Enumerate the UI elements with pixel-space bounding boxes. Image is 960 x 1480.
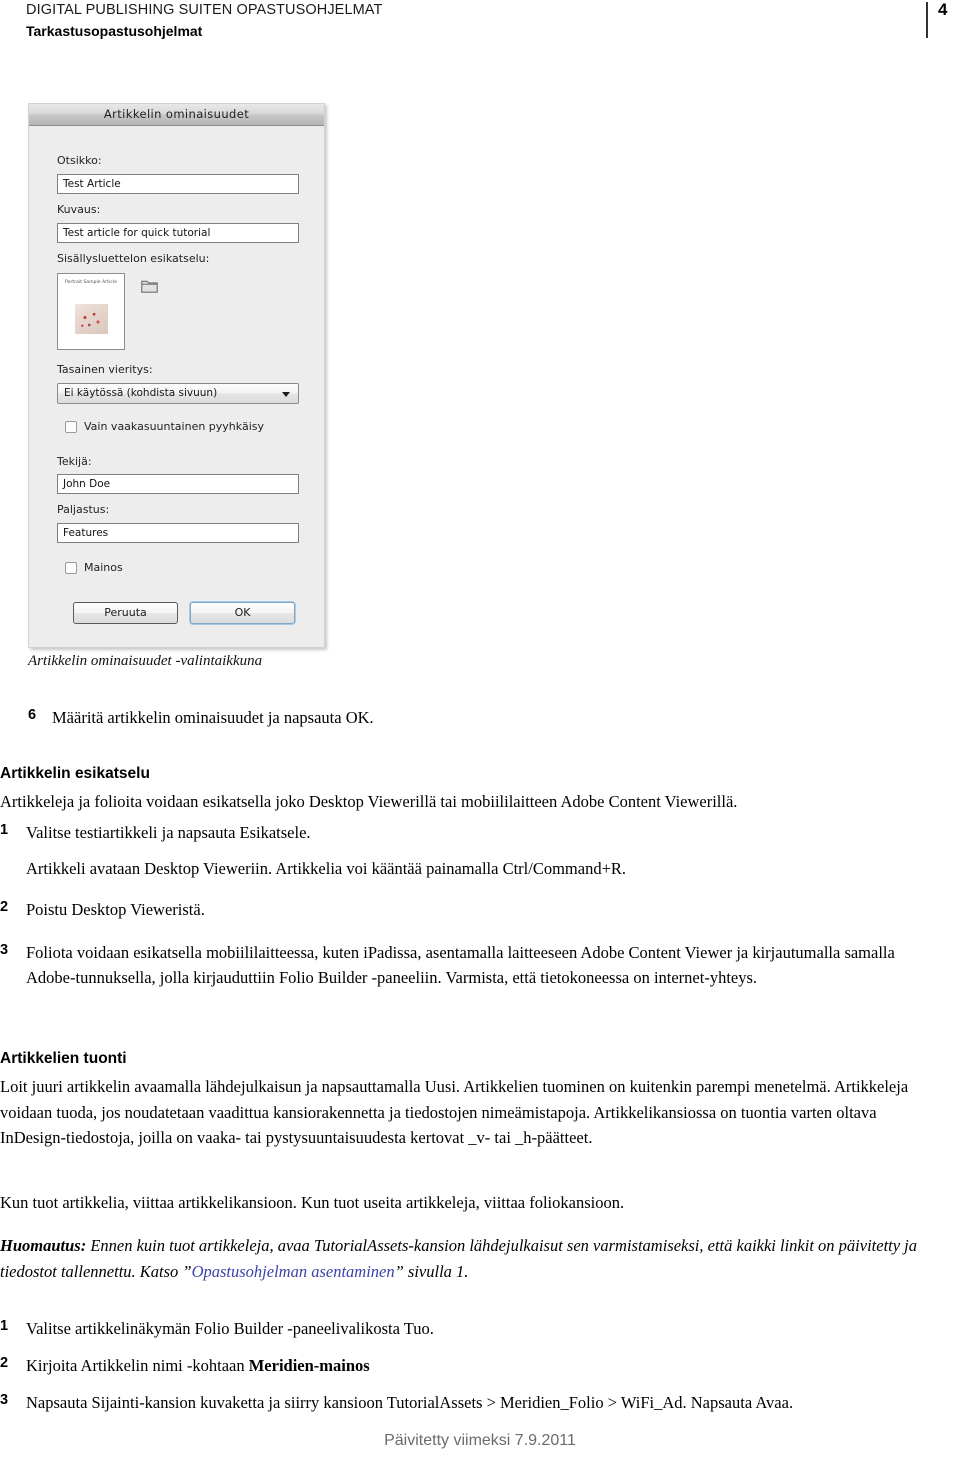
page-number: 4 (938, 0, 948, 19)
toc-preview-thumb-image (75, 304, 108, 334)
description-input[interactable]: Test article for quick tutorial (57, 223, 299, 243)
kicker-input[interactable]: Features (57, 523, 299, 543)
cancel-button[interactable]: Peruuta (73, 602, 178, 624)
ad-checkbox[interactable] (65, 562, 77, 574)
preview-step-1-number: 1 (0, 822, 9, 838)
dialog-title: Artikkelin ominaisuudet (103, 107, 250, 121)
note-text-part-2: ” sivulla 1. (394, 1261, 469, 1281)
import-step-2-text: Kirjoita Artikkelin nimi -kohtaan Meridi… (26, 1353, 926, 1378)
preview-step-3-text: Foliota voidaan esikatsella mobiililaitt… (26, 943, 895, 987)
smooth-scroll-label: Tasainen vieritys: (57, 363, 153, 376)
folder-icon[interactable] (141, 279, 158, 293)
ad-checkbox-label: Mainos (84, 561, 123, 574)
toc-preview-thumbnail[interactable]: Portrait Sample Article (57, 273, 125, 350)
import-step-2-article-name: Meridien-mainos (248, 1356, 370, 1375)
kicker-field-label: Paljastus: (57, 503, 110, 516)
toc-preview-label: Sisällysluettelon esikatselu: (57, 252, 210, 265)
header-title-primary: DIGITAL PUBLISHING SUITEN OPASTUSOHJELMA… (26, 2, 383, 18)
import-paragraph-1: Loit juuri artikkelin avaamalla lähdejul… (0, 1077, 909, 1147)
step-6-text: Määritä artikkelin ominaisuudet ja napsa… (52, 708, 374, 727)
header-title-secondary: Tarkastusopastusohjelmat (26, 23, 203, 39)
title-input[interactable]: Test Article (57, 174, 299, 194)
horizontal-swipe-checkbox-label: Vain vaakasuuntainen pyyhkäisy (84, 420, 264, 433)
dialog-body: Otsikko: Test Article Kuvaus: Test artic… (29, 127, 324, 647)
figure-article-properties-dialog: Artikkelin ominaisuudet Otsikko: Test Ar… (28, 103, 325, 648)
import-step-3-text: Napsauta Sijainti-kansion kuvaketta ja s… (26, 1393, 794, 1412)
page-header: DIGITAL PUBLISHING SUITEN OPASTUSOHJELMA… (0, 0, 960, 58)
dialog-titlebar: Artikkelin ominaisuudet (29, 104, 324, 126)
horizontal-swipe-checkbox[interactable] (65, 421, 77, 433)
preview-step-2-text: Poistu Desktop Vieweristä. (26, 900, 205, 919)
toc-preview-thumb-caption: Portrait Sample Article (65, 280, 117, 285)
smooth-scroll-select[interactable]: Ei käytössä (kohdista sivuun) (57, 383, 299, 404)
step-6-number: 6 (28, 707, 37, 723)
preview-step-2-number: 2 (0, 899, 9, 915)
preview-step-3-number: 3 (0, 942, 9, 958)
import-step-2-text-lead: Kirjoita Artikkelin nimi -kohtaan (26, 1356, 249, 1375)
title-field-label: Otsikko: (57, 154, 102, 167)
author-input[interactable]: John Doe (57, 474, 299, 494)
ok-button[interactable]: OK (190, 602, 295, 624)
article-properties-dialog: Artikkelin ominaisuudet Otsikko: Test Ar… (28, 103, 325, 648)
import-step-1-text: Valitse artikkelinäkymän Folio Builder -… (26, 1319, 434, 1338)
preview-step-1-text: Valitse testiartikkeli ja napsauta Esika… (26, 823, 311, 842)
author-field-label: Tekijä: (57, 455, 92, 468)
article-preview-intro: Artikkeleja ja folioita voidaan esikatse… (0, 792, 738, 811)
import-step-3-number: 3 (0, 1392, 9, 1408)
note-block: Huomautus: Ennen kuin tuot artikkeleja, … (0, 1233, 940, 1284)
note-label: Huomautus: (0, 1236, 87, 1255)
import-paragraph-2: Kun tuot artikkelia, viittaa artikkelika… (0, 1193, 625, 1212)
import-step-2-number: 2 (0, 1355, 9, 1371)
chevron-down-icon (282, 392, 290, 397)
note-cross-reference-link[interactable]: Opastusohjelman asentaminen (192, 1262, 395, 1281)
preview-step-1-subtext: Artikkeli avataan Desktop Vieweriin. Art… (26, 859, 627, 878)
description-field-label: Kuvaus: (57, 203, 101, 216)
import-step-1-number: 1 (0, 1318, 9, 1334)
page-footer: Päivitetty viimeksi 7.9.2011 (384, 1432, 576, 1449)
heading-article-import: Artikkelien tuonti (0, 1050, 127, 1067)
figure-caption: Artikkelin ominaisuudet -valintaikkuna (28, 653, 263, 669)
smooth-scroll-selected-value: Ei käytössä (kohdista sivuun) (64, 387, 218, 399)
heading-article-preview: Artikkelin esikatselu (0, 765, 150, 782)
header-divider-rule (926, 2, 928, 38)
